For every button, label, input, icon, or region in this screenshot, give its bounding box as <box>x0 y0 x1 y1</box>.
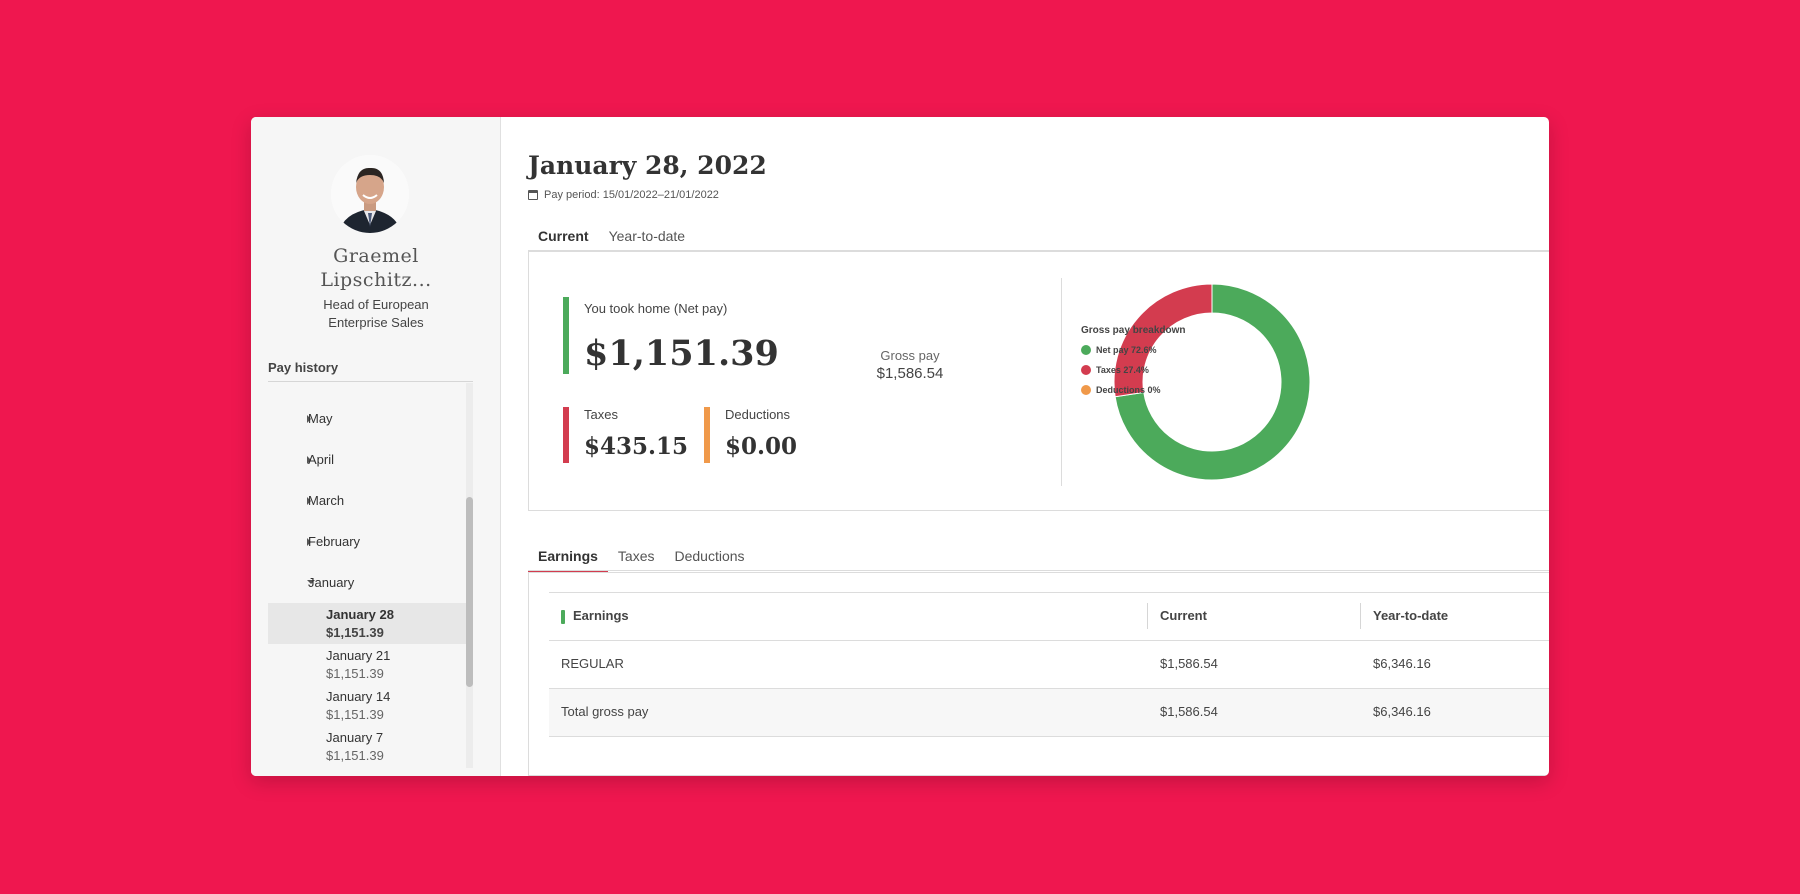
month-item-january[interactable]: January <box>308 575 354 590</box>
profile-name-line2: Lipschitz... <box>320 269 432 291</box>
avatar <box>331 155 409 233</box>
table-cell: $1,586.54 <box>1160 704 1218 719</box>
table-cell: $1,586.54 <box>1160 656 1218 671</box>
table-row: REGULAR $1,586.54 $6,346.16 <box>549 641 1549 689</box>
legend-dot <box>1081 385 1091 395</box>
app-window: Graemel Lipschitz... Head of European En… <box>251 117 1549 776</box>
pay-history-heading: Pay history <box>268 360 339 375</box>
calendar-icon <box>528 190 538 200</box>
legend-dot <box>1081 345 1091 355</box>
pay-entry-amount: $1,151.39 <box>326 666 384 681</box>
net-pay-value: $1,151.39 <box>584 333 779 374</box>
profile-name-line1: Graemel <box>333 245 419 267</box>
pay-entry[interactable]: January 21 $1,151.39 <box>268 644 466 685</box>
deductions-label: Deductions <box>725 407 791 422</box>
pay-entry[interactable]: January 7 $1,151.39 <box>268 726 466 767</box>
sidebar: Graemel Lipschitz... Head of European En… <box>251 117 501 776</box>
month-item-april[interactable]: April <box>308 452 334 467</box>
pay-entry-date: January 7 <box>326 730 384 745</box>
profile-name: Graemel Lipschitz... <box>251 244 501 292</box>
divider <box>528 570 1549 571</box>
legend-title: Gross pay breakdown <box>1081 325 1186 336</box>
tab-earnings[interactable]: Earnings <box>528 548 608 572</box>
table-cell: Total gross pay <box>561 704 649 719</box>
earnings-table: Earnings Current Year-to-date REGULAR $1… <box>549 592 1549 737</box>
pay-entry-date: January 14 <box>326 689 391 704</box>
legend-label: Taxes 27.4% <box>1096 365 1149 375</box>
month-item-may[interactable]: May <box>308 411 333 426</box>
pay-entry-amount: $1,151.39 <box>326 625 384 640</box>
pay-entry-date: January 28 <box>326 607 394 622</box>
legend-label: Deductions 0% <box>1096 385 1161 395</box>
donut-slice-1 <box>1113 283 1213 398</box>
legend-label: Net pay 72.6% <box>1096 345 1157 355</box>
table-row: Total gross pay $1,586.54 $6,346.16 <box>549 689 1549 737</box>
pay-entry-amount: $1,151.39 <box>326 748 384 763</box>
earnings-table-card: Earnings Current Year-to-date REGULAR $1… <box>528 572 1549 776</box>
column-separator <box>1360 603 1361 629</box>
table-header-row: Earnings Current Year-to-date <box>549 593 1549 641</box>
net-pay-label: You took home (Net pay) <box>584 301 728 316</box>
pay-period-text: Pay period: 15/01/2022–21/01/2022 <box>544 189 719 201</box>
legend-item-net-pay: Net pay 72.6% <box>1081 345 1157 355</box>
column-separator <box>1147 603 1148 629</box>
pay-entry[interactable]: January 28 $1,151.39 <box>268 603 466 644</box>
taxes-label: Taxes <box>584 407 618 422</box>
deductions-value: $0.00 <box>725 433 798 460</box>
tab-year-to-date[interactable]: Year-to-date <box>599 228 696 252</box>
deductions-bar <box>704 407 710 463</box>
divider <box>1061 278 1062 486</box>
month-item-february[interactable]: February <box>308 534 360 549</box>
gross-pay-donut-chart <box>1113 283 1311 481</box>
net-pay-bar <box>563 297 569 374</box>
period-tabs: Current Year-to-date <box>528 228 695 252</box>
donut-center-value: $1,586.54 <box>876 365 944 382</box>
profile-role: Head of European Enterprise Sales <box>323 297 429 330</box>
taxes-value: $435.15 <box>584 433 689 460</box>
table-cell: $6,346.16 <box>1373 656 1431 671</box>
legend-item-deductions: Deductions 0% <box>1081 385 1161 395</box>
month-item-march[interactable]: March <box>308 493 344 508</box>
pay-entry[interactable]: January 14 $1,151.39 <box>268 685 466 726</box>
taxes-bar <box>563 407 569 463</box>
pay-period: Pay period: 15/01/2022–21/01/2022 <box>528 189 719 201</box>
pay-entry-amount: $1,151.39 <box>326 707 384 722</box>
table-cell: $6,346.16 <box>1373 704 1431 719</box>
tab-current[interactable]: Current <box>528 228 599 252</box>
column-header-earnings: Earnings <box>573 608 629 623</box>
scrollbar-thumb[interactable] <box>466 497 473 687</box>
column-header-current: Current <box>1160 608 1207 623</box>
earnings-color-bar <box>561 610 565 624</box>
table-cell: REGULAR <box>561 656 624 671</box>
column-header-year-to-date: Year-to-date <box>1373 608 1449 623</box>
pay-entry-date: January 21 <box>326 648 391 663</box>
pay-summary-card: You took home (Net pay) $1,151.39 Taxes … <box>528 251 1549 511</box>
divider <box>268 381 473 382</box>
detail-tabs: Earnings Taxes Deductions <box>528 548 755 572</box>
page-title: January 28, 2022 <box>528 151 767 180</box>
tab-taxes[interactable]: Taxes <box>608 548 665 572</box>
donut-center-label: Gross pay <box>880 348 940 363</box>
legend-item-taxes: Taxes 27.4% <box>1081 365 1149 375</box>
tab-deductions[interactable]: Deductions <box>664 548 754 572</box>
legend-dot <box>1081 365 1091 375</box>
